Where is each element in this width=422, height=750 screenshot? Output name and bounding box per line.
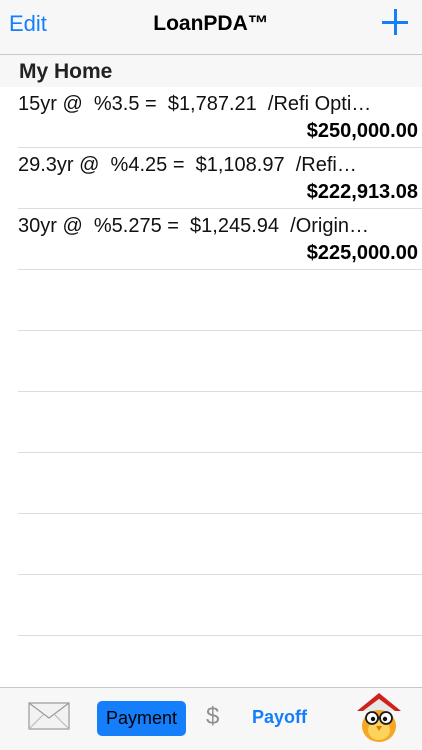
house-mascot-icon[interactable] <box>356 692 402 744</box>
loan-amount: $222,913.08 <box>306 181 418 203</box>
bottom-toolbar: Payment $ Payoff <box>0 687 422 750</box>
payoff-button[interactable]: Payoff <box>252 702 307 732</box>
plus-icon[interactable] <box>382 9 408 35</box>
loan-summary: 30yr @ %5.275 = $1,245.94 /Origin… <box>18 215 370 237</box>
loan-amount: $225,000.00 <box>306 242 418 264</box>
empty-row <box>18 453 422 514</box>
empty-row <box>18 514 422 575</box>
envelope-icon[interactable] <box>28 702 70 730</box>
loan-list: 15yr @ %3.5 = $1,787.21 /Refi Opti… $250… <box>0 87 422 636</box>
payment-button[interactable]: Payment <box>97 701 186 736</box>
empty-row <box>18 331 422 392</box>
empty-row <box>18 392 422 453</box>
empty-row <box>18 575 422 636</box>
loan-row[interactable]: 29.3yr @ %4.25 = $1,108.97 /Refi… $222,9… <box>18 148 422 209</box>
loan-amount: $250,000.00 <box>306 120 418 142</box>
loan-row[interactable]: 15yr @ %3.5 = $1,787.21 /Refi Opti… $250… <box>18 87 422 148</box>
section-header: My Home <box>0 55 422 87</box>
empty-row <box>18 270 422 331</box>
app-screen: Edit LoanPDA™ My Home 15yr @ %3.5 = $1,7… <box>0 0 422 750</box>
dollar-icon[interactable]: $ <box>206 702 219 732</box>
page-title: LoanPDA™ <box>153 12 269 35</box>
navigation-bar: Edit LoanPDA™ <box>0 0 422 55</box>
loan-row[interactable]: 30yr @ %5.275 = $1,245.94 /Origin… $225,… <box>18 209 422 270</box>
loan-summary: 29.3yr @ %4.25 = $1,108.97 /Refi… <box>18 154 357 176</box>
section-title: My Home <box>19 60 113 83</box>
loan-summary: 15yr @ %3.5 = $1,787.21 /Refi Opti… <box>18 93 372 115</box>
